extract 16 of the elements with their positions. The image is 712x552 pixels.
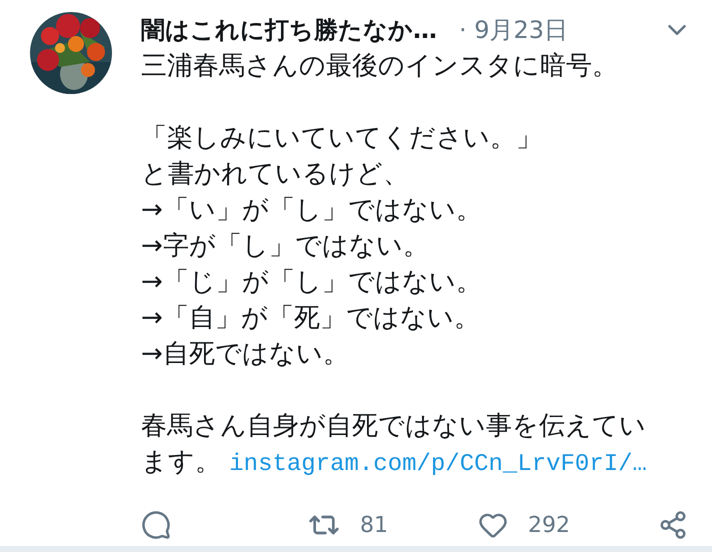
tweet-text: 春馬さん自身が自死ではない事を伝えています。 instagram.com/p/CCn_LrvF0rI/… — [141, 410, 648, 480]
instagram-link[interactable]: instagram.com/p/CCn_LrvF0rI/… — [229, 451, 647, 478]
tweet-date[interactable]: · 9月23日 — [459, 14, 568, 46]
tweet-text: 三浦春馬さんの最後のインスタに暗号。 — [141, 50, 619, 83]
tweet-text: →「自」が「死」ではない。 — [141, 302, 481, 335]
retweet-count: 81 — [360, 512, 388, 538]
tweet-text: →「い」が「し」ではない。 — [141, 194, 483, 227]
tweet-text: →字が「し」ではない。 — [141, 230, 430, 263]
reply-icon[interactable] — [141, 510, 171, 540]
like-count: 292 — [528, 512, 570, 538]
tweet-text: 「楽しみにいていてください。」 — [141, 122, 543, 155]
tweet-text: →「じ」が「し」ではない。 — [141, 266, 483, 299]
tweet-text: と書かれているけど、 — [141, 158, 410, 191]
share-icon[interactable] — [658, 510, 688, 540]
tweet-text: →自死ではない。 — [141, 338, 350, 371]
author-name[interactable]: 闇はこれに打ち勝たなか… — [141, 14, 437, 46]
